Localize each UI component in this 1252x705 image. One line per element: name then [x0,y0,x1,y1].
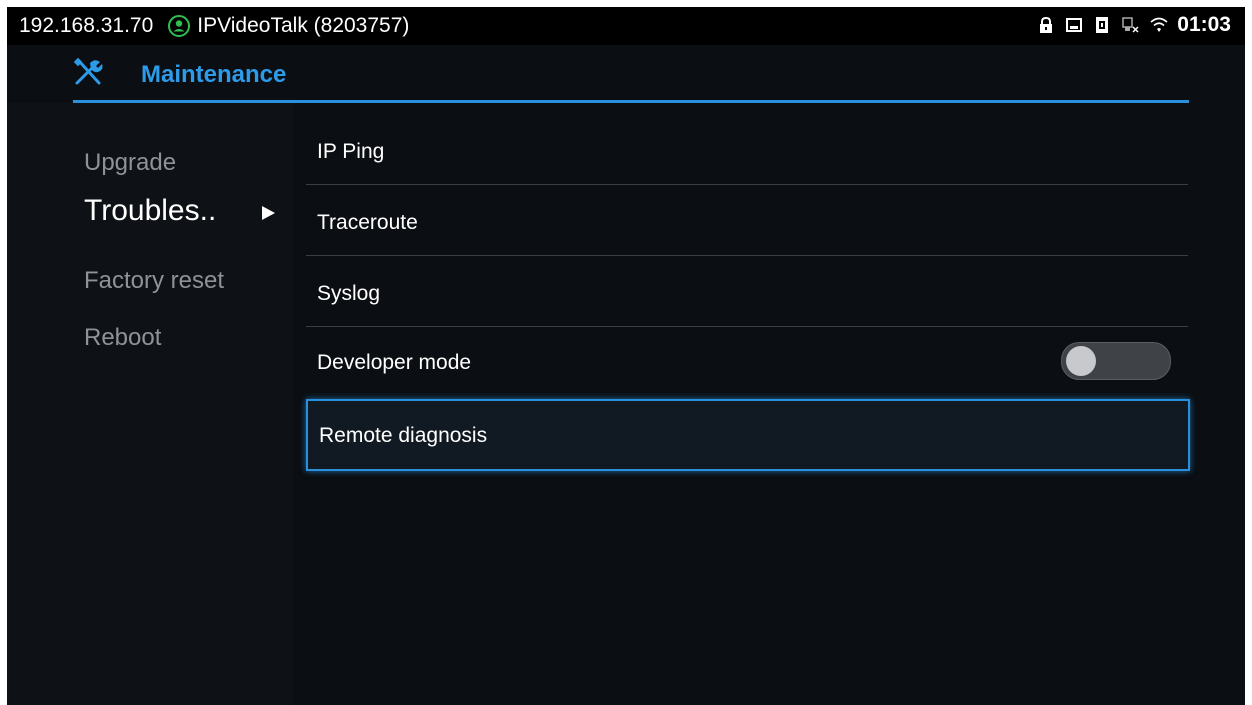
settings-list: IP Ping Traceroute Syslog Developer mode… [293,103,1245,705]
screen: 192.168.31.70 IPVideoTalk (8203757) 01:0… [7,7,1245,705]
list-item-traceroute[interactable]: Traceroute [306,185,1188,256]
status-bar: 192.168.31.70 IPVideoTalk (8203757) 01:0… [7,7,1245,45]
list-item-remote-diagnosis[interactable]: Remote diagnosis [306,399,1190,471]
toggle-knob [1066,346,1096,376]
list-item-label: Remote diagnosis [319,424,488,447]
play-arrow-icon [260,205,276,221]
list-item-syslog[interactable]: Syslog [306,256,1188,327]
list-item-developer-mode[interactable]: Developer mode [306,327,1188,397]
wifi-icon [1149,16,1168,34]
ip-address: 192.168.31.70 [19,14,154,37]
developer-mode-toggle[interactable] [1061,342,1171,380]
sim-icon [1093,16,1111,34]
account-name: IPVideoTalk (8203757) [197,14,410,37]
status-right: 01:03 [1037,13,1231,37]
tools-icon [73,57,103,87]
sidebar: Upgrade Troubles.. Factory reset Reboot [7,103,293,705]
clock: 01:03 [1177,13,1231,36]
list-item-label: Developer mode [317,351,472,374]
list-item-label: IP Ping [317,140,385,163]
page-title: Maintenance [141,61,287,88]
sidebar-item-troubleshooting[interactable]: Troubles.. [84,194,216,228]
image-icon [1065,16,1083,34]
contact-icon [167,14,191,38]
sidebar-item-reboot[interactable]: Reboot [84,324,161,352]
sidebar-item-factory-reset[interactable]: Factory reset [84,267,224,295]
list-item-ip-ping[interactable]: IP Ping [306,114,1188,185]
page-header: Maintenance [73,47,1189,103]
ethernet-icon [1121,16,1139,34]
status-left: 192.168.31.70 IPVideoTalk (8203757) [19,14,409,38]
list-item-label: Syslog [317,282,381,305]
list-item-label: Traceroute [317,211,418,234]
sidebar-item-upgrade[interactable]: Upgrade [84,149,176,177]
lock-icon [1037,16,1055,34]
